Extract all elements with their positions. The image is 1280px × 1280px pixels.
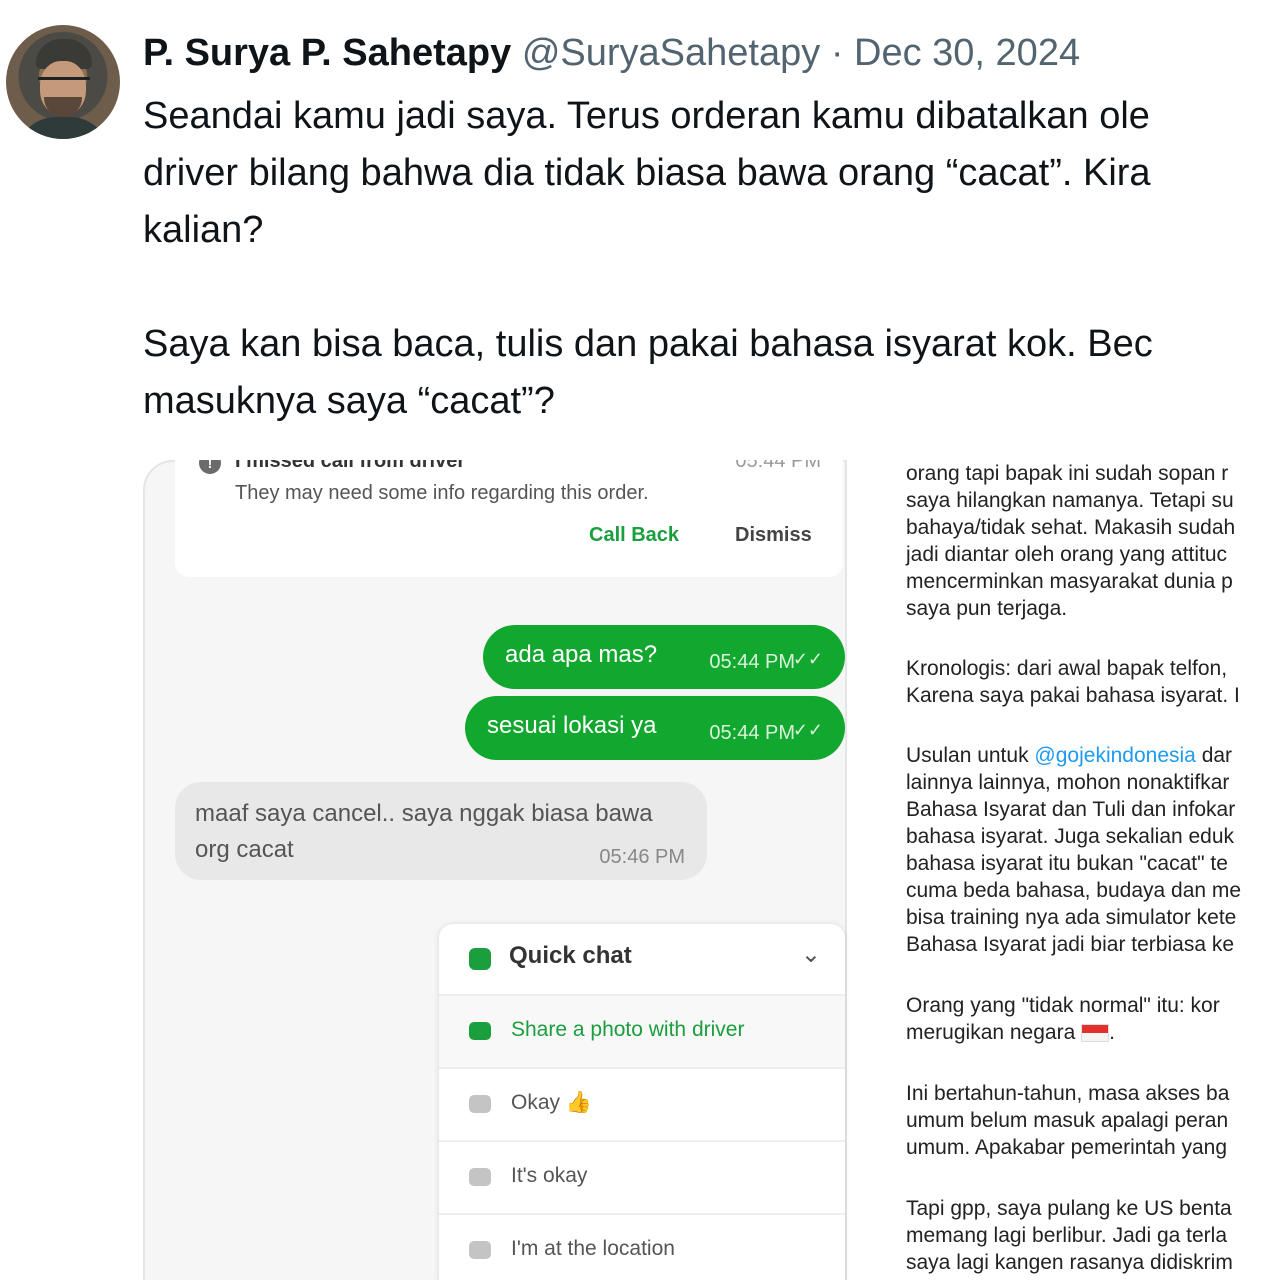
notice-title: I missed call from driver xyxy=(235,460,466,472)
note-line: bahaya/tidak sehat. Makasih sudah xyxy=(906,516,1236,539)
outgoing-message: ada apa mas? 05:44 PM ✓✓ xyxy=(483,625,845,689)
note-line: Karena saya pakai bahasa isyarat. I xyxy=(906,684,1240,707)
note-text: Usulan untuk xyxy=(906,744,1035,767)
note-line: Bahasa Isyarat dan Tuli dan infokar xyxy=(906,798,1236,821)
quick-reply-label: It's okay xyxy=(511,1164,588,1187)
tweet-line: kalian? xyxy=(143,209,264,251)
note-line: cuma beda bahasa, budaya dan me xyxy=(906,879,1242,902)
tweet-line: masuknya saya “cacat”? xyxy=(143,380,555,422)
tweet-media-image[interactable]: ! I missed call from driver 05:44 PM The… xyxy=(143,460,1280,1280)
message-text: ada apa mas? xyxy=(505,641,658,668)
message-icon xyxy=(469,1168,491,1186)
avatar-shirt xyxy=(16,117,110,139)
camera-icon xyxy=(469,1022,491,1040)
note-line: Ini bertahun-tahun, masa akses ba xyxy=(906,1082,1230,1105)
note-line: Usulan untuk @gojekindonesia dar xyxy=(906,742,1232,769)
chat-bubble-icon xyxy=(469,948,491,970)
note-line: bisa training nya ada simulator kete xyxy=(906,906,1237,929)
tweet-line: driver bilang bahwa dia tidak biasa bawa… xyxy=(143,152,1151,194)
note-line: merugikan negara . xyxy=(906,1019,1115,1046)
note-line: Orang yang "tidak normal" itu: kor xyxy=(906,994,1220,1017)
avatar-beard xyxy=(44,97,82,117)
message-time: 05:46 PM xyxy=(599,846,685,868)
mention-link[interactable]: @gojekindonesia xyxy=(1034,744,1195,767)
note-text: dar xyxy=(1195,744,1233,767)
note-line: bahasa isyarat itu bukan "cacat" te xyxy=(906,852,1228,875)
tweet-date[interactable]: Dec 30, 2024 xyxy=(854,32,1080,74)
share-photo-label: Share a photo with driver xyxy=(511,1018,745,1041)
note-line: Tapi gpp, saya pulang ke US benta xyxy=(906,1197,1232,1220)
message-time: 05:44 PM xyxy=(709,722,795,744)
note-line: Bahasa Isyarat jadi biar terbiasa ke xyxy=(906,933,1235,956)
note-text: . xyxy=(1109,1021,1115,1044)
chevron-down-icon[interactable]: ⌄ xyxy=(801,940,821,969)
message-icon xyxy=(469,1095,491,1113)
quick-chat-panel: Quick chat ⌄ Share a photo with driver O… xyxy=(439,924,845,1280)
author-avatar[interactable] xyxy=(6,25,120,139)
author-name[interactable]: P. Surya P. Sahetapy xyxy=(143,32,511,74)
call-back-button[interactable]: Call Back xyxy=(589,524,679,547)
share-photo-option[interactable]: Share a photo with driver xyxy=(439,994,845,1069)
incoming-message: maaf saya cancel.. saya nggak biasa bawa… xyxy=(175,782,707,880)
notice-description: They may need some info regarding this o… xyxy=(235,482,649,504)
outgoing-message: sesuai lokasi ya 05:44 PM ✓✓ xyxy=(465,696,845,760)
note-line: memang lagi berlibur. Jadi ga terla xyxy=(906,1224,1228,1247)
note-line: saya pun terjaga. xyxy=(906,597,1068,620)
note-line: orang tapi bapak ini sudah sopan r xyxy=(906,462,1229,485)
avatar-glasses xyxy=(38,77,90,90)
quick-reply-label: Okay 👍 xyxy=(511,1091,592,1114)
info-icon: ! xyxy=(199,460,221,474)
quick-reply-label: I'm at the location xyxy=(511,1237,675,1260)
header-separator: · xyxy=(830,32,844,74)
note-line: umum belum masuk apalagi peran xyxy=(906,1109,1229,1132)
note-line: lainnya lainnya, mohon nonaktifkar xyxy=(906,771,1230,794)
note-line: Kronologis: dari awal bapak telfon, xyxy=(906,657,1228,680)
note-line: umum. Apakabar pemerintah yang xyxy=(906,1136,1228,1159)
author-handle[interactable]: @SuryaSahetapy xyxy=(522,32,820,74)
message-text: sesuai lokasi ya xyxy=(487,712,657,739)
tweet-line: Seandai kamu jadi saya. Terus orderan ka… xyxy=(143,95,1150,137)
note-text: merugikan negara xyxy=(906,1021,1076,1044)
indonesia-flag-icon xyxy=(1081,1024,1110,1043)
note-line: saya lagi kangen rasanya didiskrim xyxy=(906,1251,1233,1274)
tweet-body: Seandai kamu jadi saya. Terus orderan ka… xyxy=(143,88,1153,430)
message-icon xyxy=(469,1241,491,1259)
quick-chat-title: Quick chat xyxy=(509,942,632,969)
tweet-line: Saya kan bisa baca, tulis dan pakai baha… xyxy=(143,323,1153,365)
note-line: bahasa isyarat. Juga sekalian eduk xyxy=(906,825,1235,848)
chat-screenshot: ! I missed call from driver 05:44 PM The… xyxy=(143,460,847,1280)
note-line: mencerminkan masyarakat dunia p xyxy=(906,570,1233,593)
message-time: 05:44 PM xyxy=(709,651,795,673)
notice-time: 05:44 PM xyxy=(735,460,821,472)
note-line: saya hilangkan namanya. Tetapi su xyxy=(906,489,1234,512)
read-check-icon: ✓✓ xyxy=(792,649,823,669)
tweet-header: P. Surya P. Sahetapy @SuryaSahetapy · De… xyxy=(143,30,1080,76)
message-text: org cacat xyxy=(195,836,294,863)
quick-reply-option[interactable]: It's okay xyxy=(439,1140,845,1215)
note-line: jadi diantar oleh orang yang attituc xyxy=(906,543,1228,566)
dismiss-button[interactable]: Dismiss xyxy=(735,524,812,547)
message-text: maaf saya cancel.. saya nggak biasa bawa xyxy=(195,800,653,827)
missed-call-notice: ! I missed call from driver 05:44 PM The… xyxy=(175,460,843,577)
read-check-icon: ✓✓ xyxy=(792,720,823,740)
note-text-screenshot: orang tapi bapak ini sudah sopan r saya … xyxy=(903,460,1280,1280)
quick-chat-header[interactable]: Quick chat ⌄ xyxy=(439,924,845,994)
quick-reply-option[interactable]: Okay 👍 xyxy=(439,1067,845,1142)
quick-reply-option[interactable]: I'm at the location xyxy=(439,1213,845,1280)
